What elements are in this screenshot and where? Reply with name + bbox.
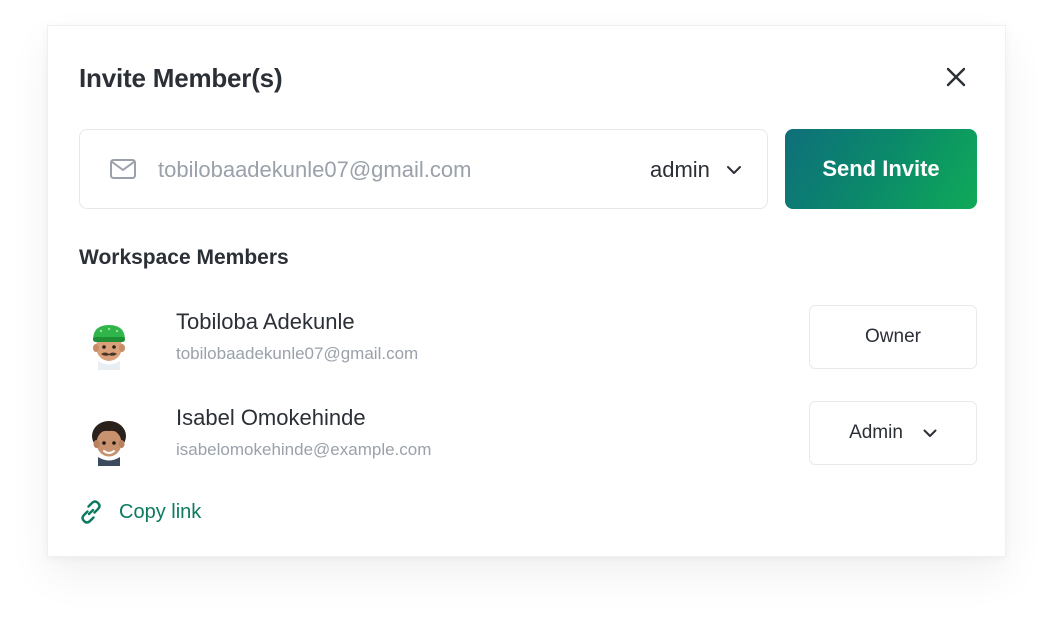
member-role-label: Admin <box>849 422 903 443</box>
member-email: isabelomokehinde@example.com <box>176 440 432 459</box>
invite-input-group: admin <box>79 129 768 209</box>
member-role-select[interactable]: Admin <box>809 401 977 465</box>
avatar <box>79 408 139 468</box>
invite-members-modal: Invite Member(s) admin Send Invite Works… <box>47 25 1006 557</box>
email-input[interactable] <box>158 154 598 186</box>
chevron-down-icon <box>923 429 937 437</box>
send-invite-button[interactable]: Send Invite <box>785 129 977 209</box>
avatar <box>79 312 139 372</box>
close-button[interactable] <box>943 64 969 90</box>
mail-icon <box>110 159 136 179</box>
member-role-badge: Owner <box>809 305 977 369</box>
modal-title: Invite Member(s) <box>79 63 283 93</box>
copy-link-label: Copy link <box>119 500 202 523</box>
member-email: tobilobaadekunle07@gmail.com <box>176 344 419 363</box>
member-name: Tobiloba Adekunle <box>176 309 355 334</box>
invite-role-label: admin <box>650 157 710 182</box>
close-icon <box>946 67 966 87</box>
link-icon <box>81 500 101 524</box>
invite-role-select[interactable]: admin <box>650 154 742 186</box>
member-name: Isabel Omokehinde <box>176 405 366 430</box>
copy-link-button[interactable]: Copy link <box>77 498 201 526</box>
member-role-label: Owner <box>865 326 921 347</box>
chevron-down-icon <box>726 166 741 174</box>
member-row: Isabel Omokehinde isabelomokehinde@examp… <box>79 401 977 468</box>
workspace-members-heading: Workspace Members <box>79 246 289 269</box>
member-row: Tobiloba Adekunle tobilobaadekunle07@gma… <box>79 305 977 372</box>
